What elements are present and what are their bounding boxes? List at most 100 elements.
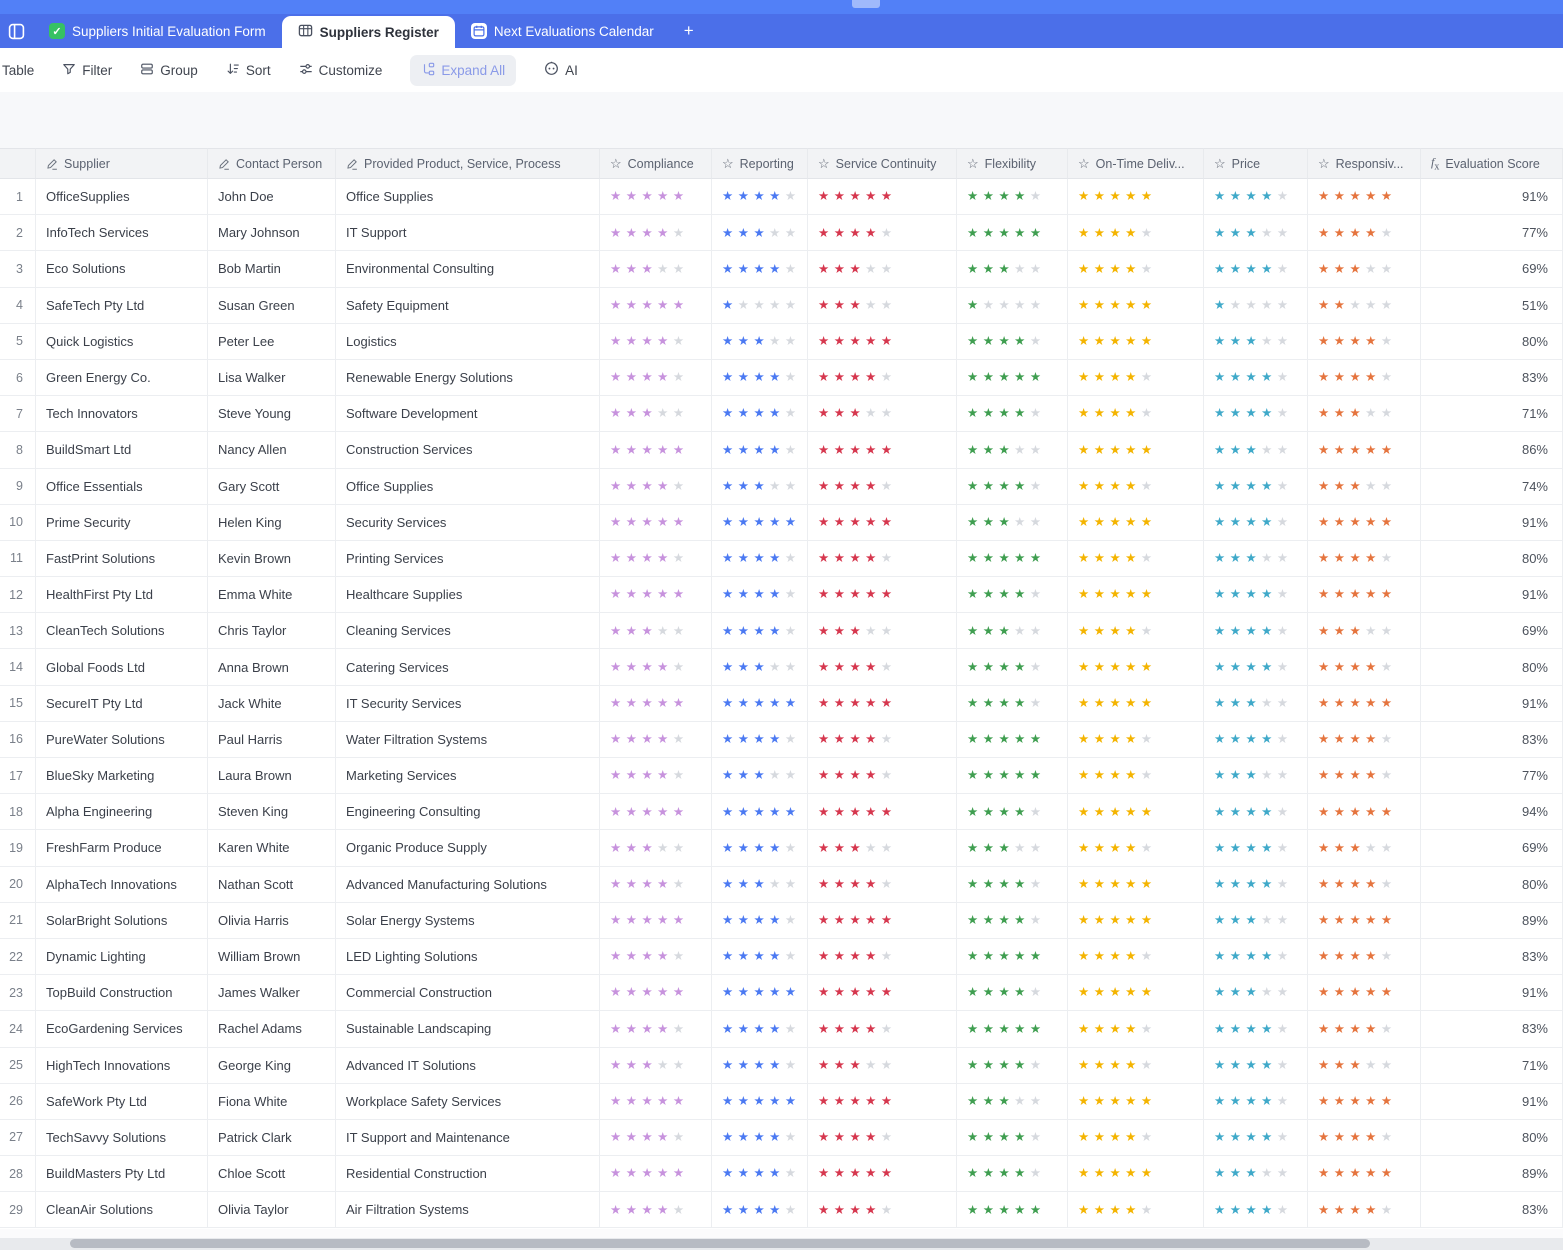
on-time-delivery-rating-cell[interactable]: ★★★★★ xyxy=(1068,505,1204,541)
star-filled-icon[interactable]: ★ xyxy=(818,878,829,891)
tab-suppliers-register[interactable]: Suppliers Register xyxy=(282,16,455,48)
star-filled-icon[interactable]: ★ xyxy=(881,1095,892,1108)
star-filled-icon[interactable]: ★ xyxy=(1349,371,1360,384)
on-time-delivery-rating-cell[interactable]: ★★★★★ xyxy=(1068,179,1204,215)
star-filled-icon[interactable]: ★ xyxy=(1214,190,1225,203)
star-filled-icon[interactable]: ★ xyxy=(1318,842,1329,855)
star-empty-icon[interactable]: ★ xyxy=(769,335,780,348)
star-filled-icon[interactable]: ★ xyxy=(1334,842,1345,855)
star-filled-icon[interactable]: ★ xyxy=(738,190,749,203)
star-filled-icon[interactable]: ★ xyxy=(1230,1204,1241,1217)
star-filled-icon[interactable]: ★ xyxy=(722,371,733,384)
star-empty-icon[interactable]: ★ xyxy=(1277,661,1288,674)
star-filled-icon[interactable]: ★ xyxy=(983,1059,994,1072)
star-empty-icon[interactable]: ★ xyxy=(865,263,876,276)
star-empty-icon[interactable]: ★ xyxy=(785,1059,796,1072)
star-filled-icon[interactable]: ★ xyxy=(834,1204,845,1217)
star-filled-icon[interactable]: ★ xyxy=(722,842,733,855)
responsiveness-rating-cell[interactable]: ★★★★★ xyxy=(1308,867,1421,903)
flexibility-rating-cell[interactable]: ★★★★★ xyxy=(957,939,1068,975)
star-filled-icon[interactable]: ★ xyxy=(1349,516,1360,529)
star-filled-icon[interactable]: ★ xyxy=(834,480,845,493)
star-filled-icon[interactable]: ★ xyxy=(769,371,780,384)
star-empty-icon[interactable]: ★ xyxy=(881,371,892,384)
compliance-rating-cell[interactable]: ★★★★★ xyxy=(600,1011,712,1047)
star-filled-icon[interactable]: ★ xyxy=(1078,806,1089,819)
flexibility-rating-cell[interactable]: ★★★★★ xyxy=(957,1192,1068,1228)
responsiveness-rating-cell[interactable]: ★★★★★ xyxy=(1308,613,1421,649)
star-filled-icon[interactable]: ★ xyxy=(998,1023,1009,1036)
star-empty-icon[interactable]: ★ xyxy=(881,263,892,276)
star-filled-icon[interactable]: ★ xyxy=(769,263,780,276)
star-empty-icon[interactable]: ★ xyxy=(785,444,796,457)
star-filled-icon[interactable]: ★ xyxy=(1109,516,1120,529)
star-filled-icon[interactable]: ★ xyxy=(1334,1023,1345,1036)
star-filled-icon[interactable]: ★ xyxy=(1318,444,1329,457)
star-filled-icon[interactable]: ★ xyxy=(753,263,764,276)
star-filled-icon[interactable]: ★ xyxy=(1214,227,1225,240)
star-filled-icon[interactable]: ★ xyxy=(1109,625,1120,638)
star-filled-icon[interactable]: ★ xyxy=(785,516,796,529)
star-empty-icon[interactable]: ★ xyxy=(1277,914,1288,927)
star-empty-icon[interactable]: ★ xyxy=(1141,842,1152,855)
star-filled-icon[interactable]: ★ xyxy=(865,1167,876,1180)
star-filled-icon[interactable]: ★ xyxy=(1014,371,1025,384)
reporting-rating-cell[interactable]: ★★★★★ xyxy=(712,975,808,1011)
star-filled-icon[interactable]: ★ xyxy=(865,480,876,493)
responsiveness-rating-cell[interactable]: ★★★★★ xyxy=(1308,251,1421,287)
product-cell[interactable]: Residential Construction xyxy=(336,1156,600,1192)
star-filled-icon[interactable]: ★ xyxy=(738,407,749,420)
star-filled-icon[interactable]: ★ xyxy=(1230,516,1241,529)
star-filled-icon[interactable]: ★ xyxy=(1078,335,1089,348)
star-filled-icon[interactable]: ★ xyxy=(1261,263,1272,276)
star-filled-icon[interactable]: ★ xyxy=(641,263,652,276)
star-filled-icon[interactable]: ★ xyxy=(849,1023,860,1036)
supplier-cell[interactable]: BuildMasters Pty Ltd xyxy=(36,1156,208,1192)
tab-suppliers-initial-evaluation-form[interactable]: ✓ Suppliers Initial Evaluation Form xyxy=(33,14,282,48)
star-empty-icon[interactable]: ★ xyxy=(1277,371,1288,384)
star-filled-icon[interactable]: ★ xyxy=(722,986,733,999)
star-filled-icon[interactable]: ★ xyxy=(849,371,860,384)
star-filled-icon[interactable]: ★ xyxy=(1214,625,1225,638)
star-filled-icon[interactable]: ★ xyxy=(849,878,860,891)
star-filled-icon[interactable]: ★ xyxy=(610,625,621,638)
star-filled-icon[interactable]: ★ xyxy=(1078,371,1089,384)
star-filled-icon[interactable]: ★ xyxy=(1078,733,1089,746)
row-number-cell[interactable]: 13 xyxy=(0,613,36,649)
star-filled-icon[interactable]: ★ xyxy=(641,625,652,638)
star-filled-icon[interactable]: ★ xyxy=(1245,661,1256,674)
star-empty-icon[interactable]: ★ xyxy=(881,1204,892,1217)
star-filled-icon[interactable]: ★ xyxy=(967,733,978,746)
flexibility-rating-cell[interactable]: ★★★★★ xyxy=(957,649,1068,685)
star-empty-icon[interactable]: ★ xyxy=(881,950,892,963)
column-header-on-time-delivery[interactable]: ☆On-Time Deliv... xyxy=(1068,148,1204,179)
row-number-cell[interactable]: 24 xyxy=(0,1011,36,1047)
star-filled-icon[interactable]: ★ xyxy=(610,516,621,529)
on-time-delivery-rating-cell[interactable]: ★★★★★ xyxy=(1068,830,1204,866)
star-filled-icon[interactable]: ★ xyxy=(1078,444,1089,457)
star-filled-icon[interactable]: ★ xyxy=(1214,335,1225,348)
star-filled-icon[interactable]: ★ xyxy=(865,444,876,457)
star-filled-icon[interactable]: ★ xyxy=(998,950,1009,963)
contact-person-cell[interactable]: Gary Scott xyxy=(208,469,336,505)
star-empty-icon[interactable]: ★ xyxy=(881,733,892,746)
star-filled-icon[interactable]: ★ xyxy=(1014,950,1025,963)
star-filled-icon[interactable]: ★ xyxy=(1230,842,1241,855)
star-filled-icon[interactable]: ★ xyxy=(1214,733,1225,746)
star-filled-icon[interactable]: ★ xyxy=(1125,1131,1136,1144)
contact-person-cell[interactable]: Laura Brown xyxy=(208,758,336,794)
star-filled-icon[interactable]: ★ xyxy=(1094,661,1105,674)
responsiveness-rating-cell[interactable]: ★★★★★ xyxy=(1308,1011,1421,1047)
on-time-delivery-rating-cell[interactable]: ★★★★★ xyxy=(1068,939,1204,975)
star-filled-icon[interactable]: ★ xyxy=(818,263,829,276)
star-empty-icon[interactable]: ★ xyxy=(738,299,749,312)
product-cell[interactable]: Environmental Consulting xyxy=(336,251,600,287)
price-rating-cell[interactable]: ★★★★★ xyxy=(1204,179,1308,215)
star-filled-icon[interactable]: ★ xyxy=(641,950,652,963)
star-filled-icon[interactable]: ★ xyxy=(983,516,994,529)
star-filled-icon[interactable]: ★ xyxy=(881,806,892,819)
star-filled-icon[interactable]: ★ xyxy=(657,914,668,927)
star-filled-icon[interactable]: ★ xyxy=(626,914,637,927)
star-filled-icon[interactable]: ★ xyxy=(657,1131,668,1144)
star-empty-icon[interactable]: ★ xyxy=(881,299,892,312)
